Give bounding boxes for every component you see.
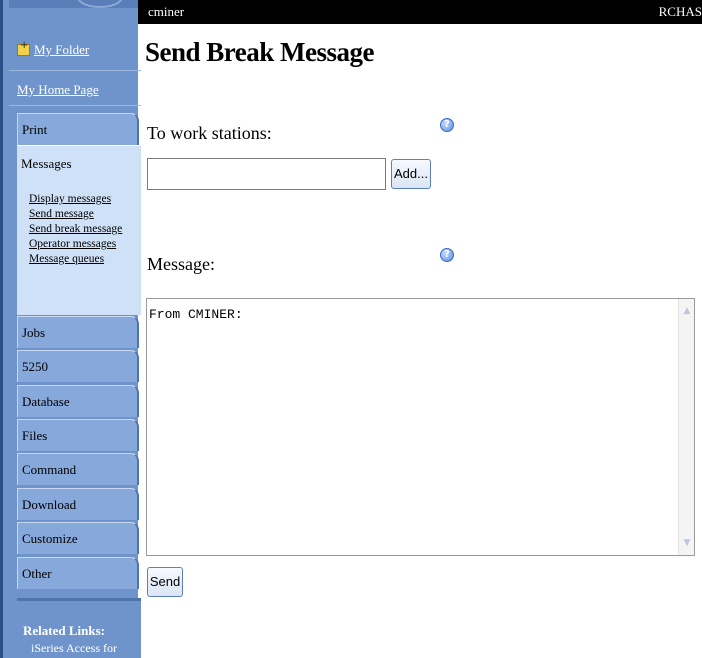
user-name: cminer [148, 4, 185, 19]
page-title: Send Break Message [145, 37, 375, 67]
system-name: RCHAS [658, 4, 702, 19]
add-button[interactable]: Add... [391, 159, 431, 189]
my-folder-link[interactable]: My Folder [17, 40, 90, 58]
help-icon[interactable]: ? [440, 118, 454, 132]
nav-header-decoration [9, 0, 141, 8]
workstations-input[interactable] [147, 158, 386, 190]
sidebar-item-send-break-message[interactable]: Send break message [29, 222, 141, 237]
message-label: Message: [147, 254, 215, 274]
tab-database[interactable]: Database [17, 385, 139, 417]
nav-divider [9, 70, 141, 71]
tab-print[interactable]: Print [17, 113, 139, 145]
message-scrollbar[interactable]: ▲ ▼ [678, 299, 694, 555]
related-link-iseries-access[interactable]: iSeries Access for Web [31, 641, 141, 658]
tab-files[interactable]: Files [17, 419, 139, 451]
sidebar-item-operator-messages[interactable]: Operator messages [29, 237, 141, 252]
tab-customize[interactable]: Customize [17, 522, 139, 554]
messages-submenu: Display messages Send message Send break… [17, 192, 141, 267]
related-links-heading: Related Links: [23, 623, 105, 638]
nav-logo-arc [77, 0, 123, 8]
tab-download[interactable]: Download [17, 488, 139, 520]
tab-other[interactable]: Other [17, 557, 139, 589]
tab-jobs[interactable]: Jobs [17, 316, 139, 348]
help-icon[interactable]: ? [440, 248, 454, 262]
my-folder-label: My Folder [34, 42, 90, 57]
send-button[interactable]: Send [147, 567, 183, 597]
related-links-section: Related Links: iSeries Access for Web [17, 598, 141, 658]
folder-new-icon [17, 40, 30, 56]
tab-command[interactable]: Command [17, 453, 139, 485]
sidebar-item-display-messages[interactable]: Display messages [29, 192, 141, 207]
workstations-label: To work stations: [147, 123, 272, 143]
my-home-page-link[interactable]: My Home Page [17, 82, 99, 98]
sidebar-item-message-queues[interactable]: Message queues [29, 252, 141, 267]
sidebar-item-send-message[interactable]: Send message [29, 207, 141, 222]
top-bar: cminer RCHAS [138, 0, 702, 24]
message-text: From CMINER: [149, 307, 243, 322]
message-textarea[interactable]: From CMINER: ▲ ▼ [146, 298, 695, 556]
tab-5250[interactable]: 5250 [17, 350, 139, 382]
left-navigation: My Folder My Home Page Print Messages Di… [0, 0, 141, 658]
tab-messages-section: Messages Display messages Send message S… [17, 145, 141, 315]
nav-divider [9, 105, 141, 106]
tab-messages[interactable]: Messages [17, 146, 141, 180]
scroll-up-arrow-icon[interactable]: ▲ [681, 303, 693, 319]
scroll-down-arrow-icon[interactable]: ▼ [681, 535, 693, 551]
